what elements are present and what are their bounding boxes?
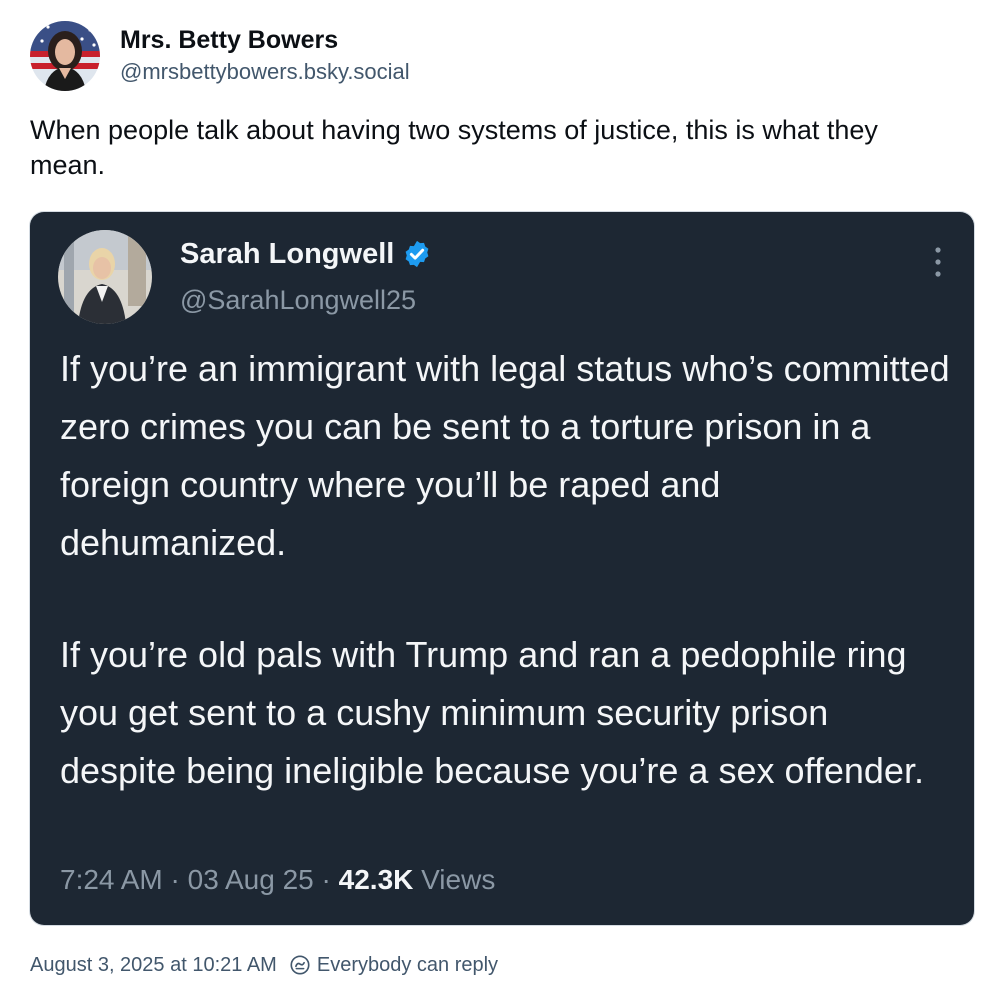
reply-setting[interactable]: Everybody can reply xyxy=(317,950,498,980)
post-author[interactable]: Mrs. Betty Bowers @mrsbettybowers.bsky.s… xyxy=(30,18,410,94)
quoted-tweet-paragraph: If you’re old pals with Trump and ran a … xyxy=(60,634,924,791)
views-count: 42.3K xyxy=(338,864,414,895)
post-timestamp[interactable]: August 3, 2025 at 10:21 AM xyxy=(30,950,277,980)
post: Mrs. Betty Bowers @mrsbettybowers.bsky.s… xyxy=(0,0,1000,985)
quoted-author-avatar xyxy=(58,230,152,324)
meta-separator: · xyxy=(170,864,180,895)
verified-badge-icon xyxy=(405,240,429,268)
author-avatar[interactable] xyxy=(30,21,100,91)
post-text: When people talk about having two system… xyxy=(30,115,878,180)
quoted-author-handle: @SarahLongwell25 xyxy=(180,285,417,315)
reply-restriction-icon xyxy=(290,955,310,975)
author-display-name[interactable]: Mrs. Betty Bowers xyxy=(120,25,410,55)
quoted-tweet-body: If you’re an immigrant with legal status… xyxy=(60,340,950,800)
author-handle[interactable]: @mrsbettybowers.bsky.social xyxy=(120,57,410,87)
more-options-icon xyxy=(935,247,941,277)
post-footer: August 3, 2025 at 10:21 AM Everybody can… xyxy=(30,950,498,980)
quoted-author-name: Sarah Longwell xyxy=(180,238,395,270)
quoted-tweet-paragraph: If you’re an immigrant with legal status… xyxy=(60,348,950,563)
quoted-author-row: Sarah Longwell xyxy=(180,234,432,274)
meta-separator: · xyxy=(321,864,331,895)
author-text: Mrs. Betty Bowers @mrsbettybowers.bsky.s… xyxy=(120,25,410,87)
quoted-tweet-meta: 7:24 AM · 03 Aug 25 · 42.3K Views xyxy=(60,860,495,900)
quoted-tweet-image[interactable]: Sarah Longwell @SarahLongwell25 If you’r… xyxy=(30,212,974,925)
quoted-tweet-date: 03 Aug 25 xyxy=(187,864,314,895)
author-avatar-image xyxy=(30,21,100,91)
views-label: Views xyxy=(421,864,496,895)
quoted-author-avatar-image xyxy=(58,230,152,324)
quoted-tweet-time: 7:24 AM xyxy=(60,864,163,895)
